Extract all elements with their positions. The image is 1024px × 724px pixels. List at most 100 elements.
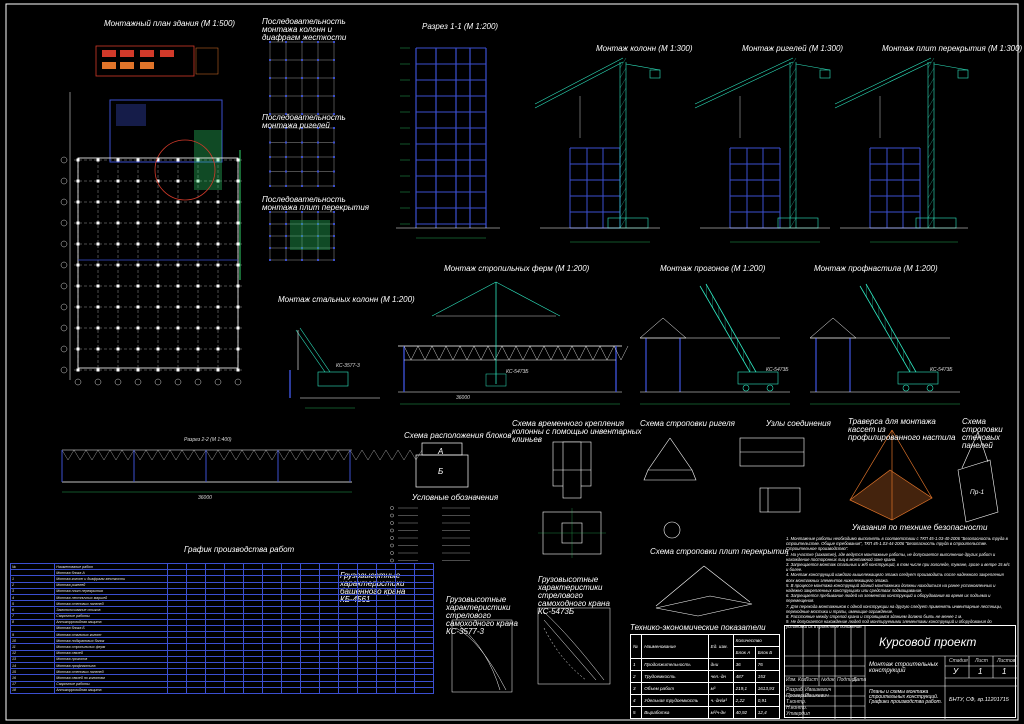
stamp-subject: Монтаж строительных конструкций	[869, 662, 939, 674]
seq-columns-title: Последовательность монтажа колонн и диаф…	[262, 17, 347, 42]
section-1-1	[396, 47, 500, 239]
teo-h-a: Блок А	[732, 646, 756, 659]
schedule-cell	[186, 686, 207, 694]
plan-title: Монтажный план здания (М 1:500)	[104, 19, 236, 28]
teo-h-name: Наименование	[641, 634, 709, 659]
safety-note: 2. На участке (захватке), где ведутся мо…	[786, 551, 996, 562]
schedule-cell	[394, 686, 415, 694]
schedule-cell	[356, 686, 377, 694]
safety-note: 5. В процессе монтажа конструкций зданий…	[786, 582, 996, 594]
stamp-org: БНТУ, СФ, гр.11201715	[949, 697, 1009, 703]
mount-decking-title: Монтаж профнастила (М 1:200)	[814, 264, 938, 273]
joints	[739, 437, 805, 513]
teo-cell: 153	[754, 670, 781, 683]
teo-cell: 2,22	[732, 694, 756, 707]
safety-note: 6. Запрещается пребывание людей на элеме…	[786, 593, 991, 604]
works-schedule-table: № Наименование работ Монтаж блока А 1 Монтаж…	[9, 562, 435, 694]
sling-slab-title: Схема строповки плит перекрытия	[650, 547, 789, 556]
schedule-cell	[205, 686, 226, 694]
schedule-cell	[375, 686, 396, 694]
teo-cell: 1	[629, 658, 643, 671]
teo-h-num: №	[629, 634, 643, 659]
sequence-grids	[269, 41, 335, 261]
teo-cell: 1613,93	[754, 682, 781, 695]
crane-3577-title: Грузовысотные характеристики стрелового …	[446, 595, 518, 636]
teo-h-b: Блок Б	[754, 646, 781, 659]
teo-row: 2 Трудоемкость чел.-дн 487 153	[629, 670, 781, 683]
crane-label-2: КС-5473Б	[506, 369, 529, 375]
schedule-cell	[167, 686, 188, 694]
teo-cell: ч.-дн/м³	[707, 694, 734, 707]
title-block: Курсовой проект Монтаж строительных конс…	[784, 625, 1017, 719]
stamp-sheets-label: Листов	[997, 658, 1016, 664]
panel-label: Пр-1	[970, 489, 985, 496]
teo-cell: 36	[732, 658, 756, 671]
stamp-sheet: 1	[978, 667, 983, 676]
teo-h-qty: Количество	[732, 634, 781, 647]
schedule-cell: 18	[9, 686, 56, 694]
teo-cell: м³/ч-дн	[707, 706, 734, 719]
teo-table: № Наименование Ед. изм. Количество Блок …	[629, 634, 781, 719]
stamp-sheet-desc: Планы и схемы монтажа строительных конст…	[869, 689, 943, 705]
schedule-cell	[243, 686, 264, 694]
teo-cell: Удельная трудоемкость	[641, 694, 709, 707]
stamp-sheets: 1	[1002, 667, 1007, 676]
teo-cell: 12,4	[754, 706, 781, 719]
section-title: Разрез 1-1 (М 1:200)	[422, 22, 499, 31]
legend-title: Условные обозначения	[412, 493, 499, 502]
crane-label-3: КС-5473Б	[766, 367, 789, 373]
teo-cell: дни	[707, 658, 734, 671]
teo-row: 3 Объем работ м³ 219,1 1613,93	[629, 682, 781, 695]
sling-wall-title: Схема строповки стеновых панелей	[962, 417, 1003, 450]
schedule-cell	[262, 686, 283, 694]
traverse-title: Траверса для монтажа кассет из профилиро…	[848, 417, 956, 442]
stamp-role: Утвердил	[786, 711, 810, 717]
teo-cell: чел.-дн	[707, 670, 734, 683]
stamp-stage: У	[953, 667, 959, 676]
mount-columns-title: Монтаж колонн (М 1:300)	[596, 44, 693, 53]
teo-cell: 3	[629, 682, 643, 695]
stamp-col-label: Лист	[805, 677, 818, 683]
stamp-title: Курсовой проект	[879, 635, 977, 649]
teo-row: 1 Продолжительность дни 36 76	[629, 658, 781, 671]
stamp-name: Пашкевич	[805, 693, 829, 699]
teo-row: 5 Выработка м³/ч-дн 40,92 12,4	[629, 706, 781, 719]
sling-girder-title: Схема строповки ригеля	[640, 419, 735, 428]
teo-cell: Объем работ	[641, 682, 709, 695]
schedule-cell	[224, 686, 245, 694]
seq-girders-title: Последовательность монтажа ригелей	[262, 113, 346, 130]
teo-title: Технико-экономические показатели	[630, 623, 766, 632]
purlin-decking-mount	[639, 283, 960, 405]
section-2-2-title: Разрез 2-2 (М 1:400)	[184, 437, 232, 443]
mount-purlins-title: Монтаж прогонов (М 1:200)	[660, 264, 766, 273]
teo-cell: Трудоемкость	[641, 670, 709, 683]
seq-slabs-title: Последовательность монтажа плит перекрыт…	[262, 195, 370, 212]
works-schedule-title: График производства работ	[184, 545, 295, 554]
schedule-cell	[413, 686, 435, 694]
stamp-col-label: Дата	[853, 677, 867, 683]
teo-cell: 5	[629, 706, 643, 719]
schedule-cell	[281, 686, 302, 694]
safety-note: 7. Для перехода монтажников с одной конс…	[786, 603, 1003, 614]
truss-mount	[398, 281, 629, 405]
crane-5473-title: Грузовысотные характеристики стрелового …	[538, 575, 610, 616]
building-plan	[60, 45, 242, 386]
legend-symbols	[390, 506, 470, 563]
mount-girders-title: Монтаж ригелей (М 1:300)	[742, 44, 844, 53]
stamp-col-label: №док.	[821, 677, 836, 683]
schedule-cell	[319, 686, 339, 694]
schedule-row: 18 Антикоррозийная защита	[9, 686, 435, 694]
safety-notes: 1. Монтажные работы необходимо выполнять…	[786, 536, 1010, 630]
safety-note: 3. Запрещается монтаж стальных и ж/б кон…	[786, 562, 1010, 573]
mount-trusses-title: Монтаж стропильных ферм (М 1:200)	[444, 264, 590, 273]
crane-label-1: КС-3577-3	[336, 363, 360, 369]
steel-column-mount	[289, 327, 380, 409]
teo-cell: 0,91	[754, 694, 781, 707]
safety-title: Указания по технике безопасности	[852, 523, 988, 532]
schedule-cell	[300, 686, 321, 694]
teo-cell: 76	[754, 658, 781, 671]
dim-2-2: 36000	[198, 495, 212, 501]
traverse	[849, 429, 933, 521]
mount-steel-columns-title: Монтаж стальных колонн (М 1:200)	[278, 295, 415, 304]
teo-cell: Продолжительность	[641, 658, 709, 671]
